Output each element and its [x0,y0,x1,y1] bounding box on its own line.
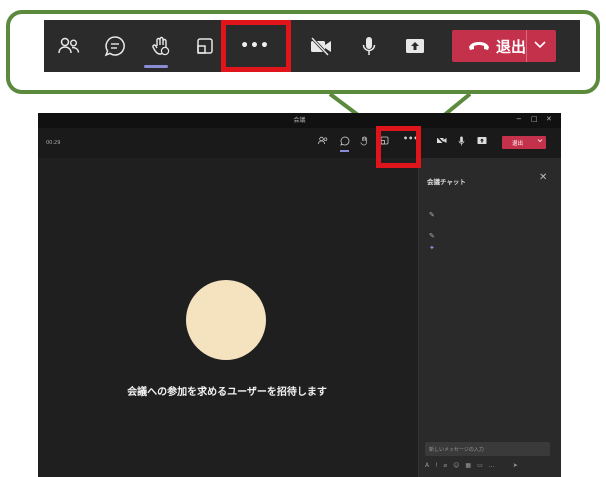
close-icon[interactable]: ✕ [546,115,552,123]
share-tray-icon[interactable] [190,20,220,72]
microphone-icon[interactable] [458,136,465,148]
window-title: 会議 [293,117,306,124]
emoji-icon[interactable]: ☺ [453,462,459,472]
title-bar: 会議 − □ ✕ [38,113,561,128]
leave-label: 退出 [512,140,524,147]
pencil-icon: ✎ [429,211,435,219]
camera-off-icon[interactable] [306,20,336,72]
chat-compose-toolbar: A ! ⌀ ☺ ▦ ▭ … ➤ [425,462,555,472]
more-highlight-box [376,126,421,168]
more-options-icon[interactable]: … [489,462,495,472]
raise-hand-icon[interactable] [360,136,369,148]
more-highlight-box [221,20,291,72]
sparkle-icon: ✦ [429,244,435,252]
people-icon[interactable] [318,136,328,147]
share-screen-icon[interactable] [477,136,487,147]
teams-meeting-window: 会議 − □ ✕ 00:29 ••• 退出 会議への参加を求めるユーザーを招待し… [38,113,561,477]
chat-icon[interactable] [100,20,130,72]
leave-label: 退出 [496,37,527,56]
meeting-stage: 会議への参加を求めるユーザーを招待します [38,158,416,477]
microphone-icon[interactable] [354,20,384,72]
share-screen-icon[interactable] [400,20,430,72]
chat-active-underline [340,150,349,152]
meeting-timer: 00:29 [46,140,61,146]
close-icon[interactable]: ✕ [539,172,547,183]
meeting-chat-panel: 会議チャット ✕ ✎ ✎ ✦ 新しいメッセージの入力 A ! ⌀ ☺ ▦ ▭ …… [418,158,561,477]
minimize-icon[interactable]: − [516,115,522,123]
zoomed-meeting-toolbar: ••• 退出 [44,20,580,72]
leave-separator [526,30,527,62]
invite-prompt: 会議への参加を求めるユーザーを招待します [127,387,327,398]
pencil-icon: ✎ [429,232,435,240]
attach-icon[interactable]: ⌀ [444,462,448,472]
meeting-toolbar: 00:29 ••• 退出 [38,128,561,158]
chat-panel-title: 会議チャット [427,178,466,186]
chat-icon[interactable] [340,136,350,148]
chevron-down-icon[interactable] [532,38,548,56]
camera-off-icon[interactable] [436,136,447,147]
avatar [186,280,266,360]
chat-message-input[interactable]: 新しいメッセージの入力 [425,442,550,456]
maximize-icon[interactable]: □ [531,115,538,123]
people-icon[interactable] [54,20,84,72]
format-icon[interactable]: A [425,462,429,472]
raise-hand-icon[interactable] [146,20,176,72]
priority-icon[interactable]: ! [435,462,437,472]
chevron-down-icon[interactable] [537,138,543,145]
gif-icon[interactable]: ▦ [465,462,471,472]
sticker-icon[interactable]: ▭ [477,462,483,472]
leave-button[interactable]: 退出 [452,30,556,62]
leave-button[interactable]: 退出 [502,136,546,149]
phone-hangup-icon [468,40,490,52]
send-icon[interactable]: ➤ [513,462,518,472]
